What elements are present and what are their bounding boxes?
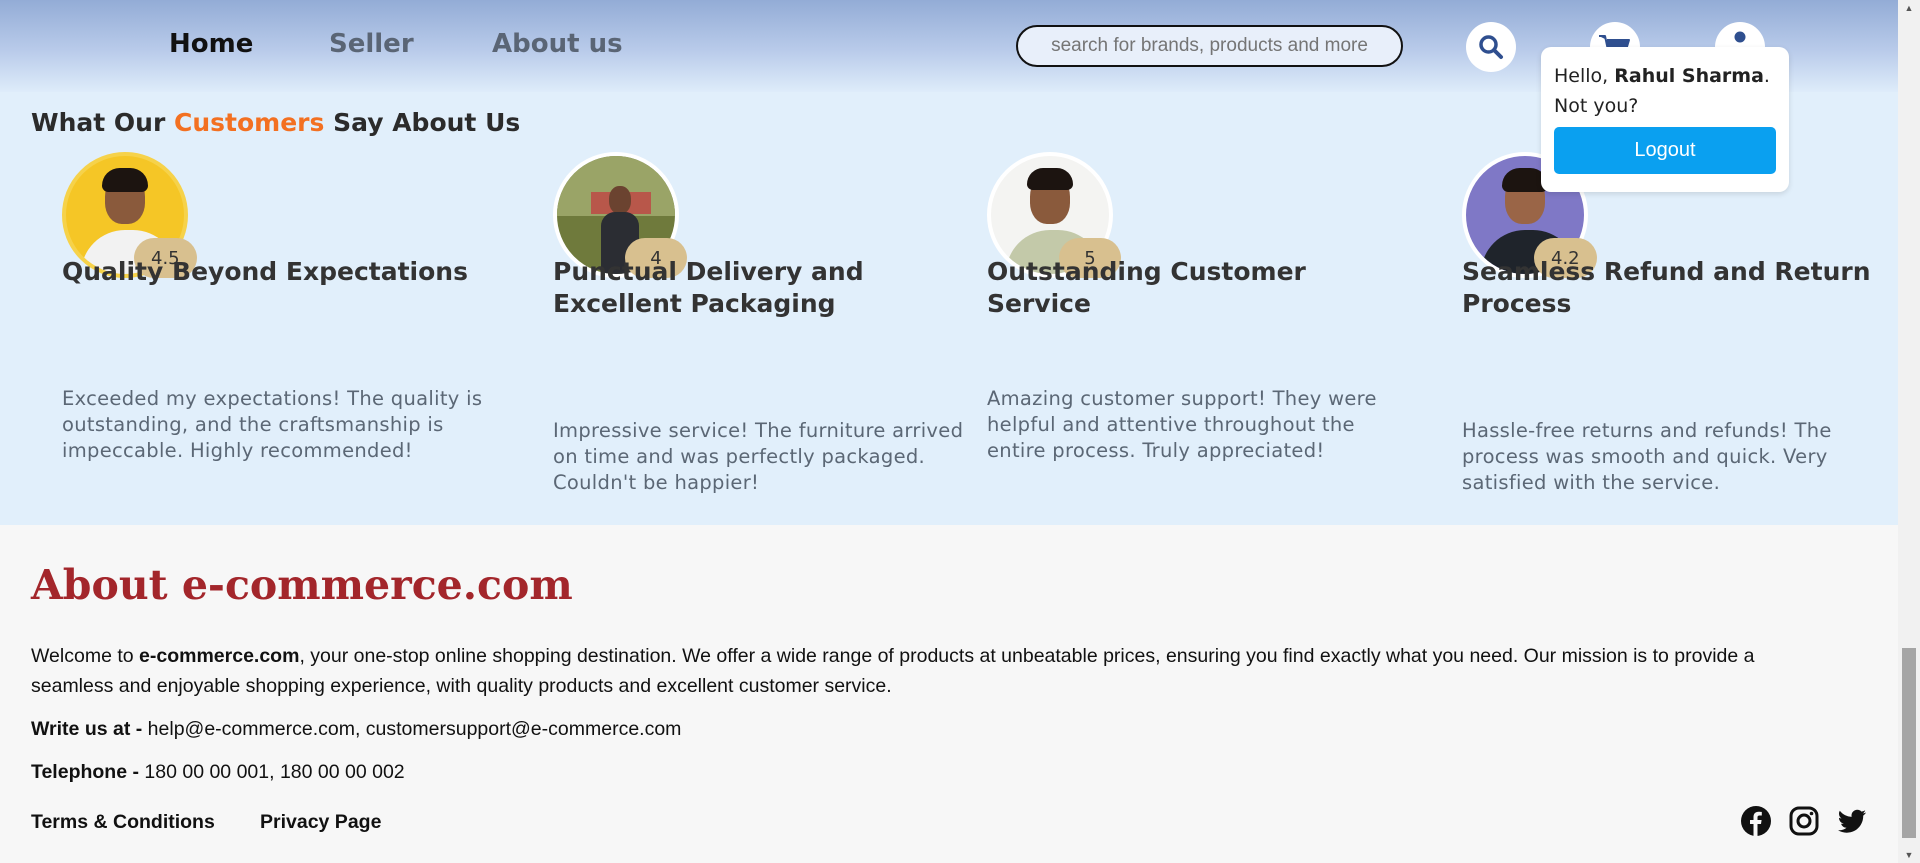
testimonial-text: Impressive service! The furniture arrive…	[553, 419, 964, 494]
contact-email-line: Write us at - help@e-commerce.com, custo…	[31, 718, 682, 740]
contact-phone-line: Telephone - 180 00 00 001, 180 00 00 002	[31, 761, 405, 783]
nav-home-link[interactable]: Home	[169, 29, 253, 59]
scroll-up-arrow[interactable]: ▲	[1898, 0, 1920, 16]
nav-about-link[interactable]: About us	[492, 29, 623, 59]
testimonial-title: Seamless Refund and Return Process	[1462, 257, 1871, 318]
testimonial-title: Quality Beyond Expectations	[62, 257, 468, 286]
privacy-link[interactable]: Privacy Page	[260, 811, 381, 834]
contact-phones: 180 00 00 001, 180 00 00 002	[144, 761, 405, 783]
testimonial-text: Amazing customer support! They were help…	[987, 387, 1377, 462]
testimonial-text: Exceeded my expectations! The quality is…	[62, 387, 483, 462]
about-title: About e-commerce.com	[31, 561, 573, 609]
testimonial-title: Outstanding Customer Service	[987, 257, 1306, 318]
page-scrollbar[interactable]: ▲ ▼	[1898, 0, 1920, 863]
testimonial-title: Punctual Delivery and Excellent Packagin…	[553, 257, 864, 318]
twitter-icon[interactable]	[1836, 805, 1868, 837]
logout-button[interactable]: Logout	[1554, 127, 1776, 174]
scroll-thumb[interactable]	[1902, 648, 1916, 838]
scroll-down-arrow[interactable]: ▼	[1898, 847, 1920, 863]
testimonials-heading: What Our Customers Say About Us	[31, 108, 521, 137]
about-description: Welcome to e-commerce.com, your one-stop…	[31, 645, 1755, 697]
not-you-text: Not you?	[1554, 95, 1639, 117]
user-popover: Hello, Rahul Sharma. Not you? Logout	[1541, 47, 1789, 192]
contact-emails: help@e-commerce.com, customersupport@e-c…	[147, 718, 682, 740]
user-greeting: Hello, Rahul Sharma.	[1554, 65, 1770, 87]
about-section: About e-commerce.com Welcome to e-commer…	[0, 525, 1898, 863]
terms-link[interactable]: Terms & Conditions	[31, 811, 215, 834]
search-input[interactable]	[1016, 25, 1403, 67]
nav-seller-link[interactable]: Seller	[329, 29, 414, 59]
instagram-icon[interactable]	[1788, 805, 1820, 837]
user-name: Rahul Sharma	[1614, 65, 1764, 87]
facebook-icon[interactable]	[1740, 805, 1772, 837]
search-icon	[1479, 35, 1503, 59]
brand-name: e-commerce.com	[139, 645, 300, 667]
search-button[interactable]	[1466, 22, 1516, 72]
testimonial-text: Hassle-free returns and refunds! The pro…	[1462, 419, 1832, 494]
